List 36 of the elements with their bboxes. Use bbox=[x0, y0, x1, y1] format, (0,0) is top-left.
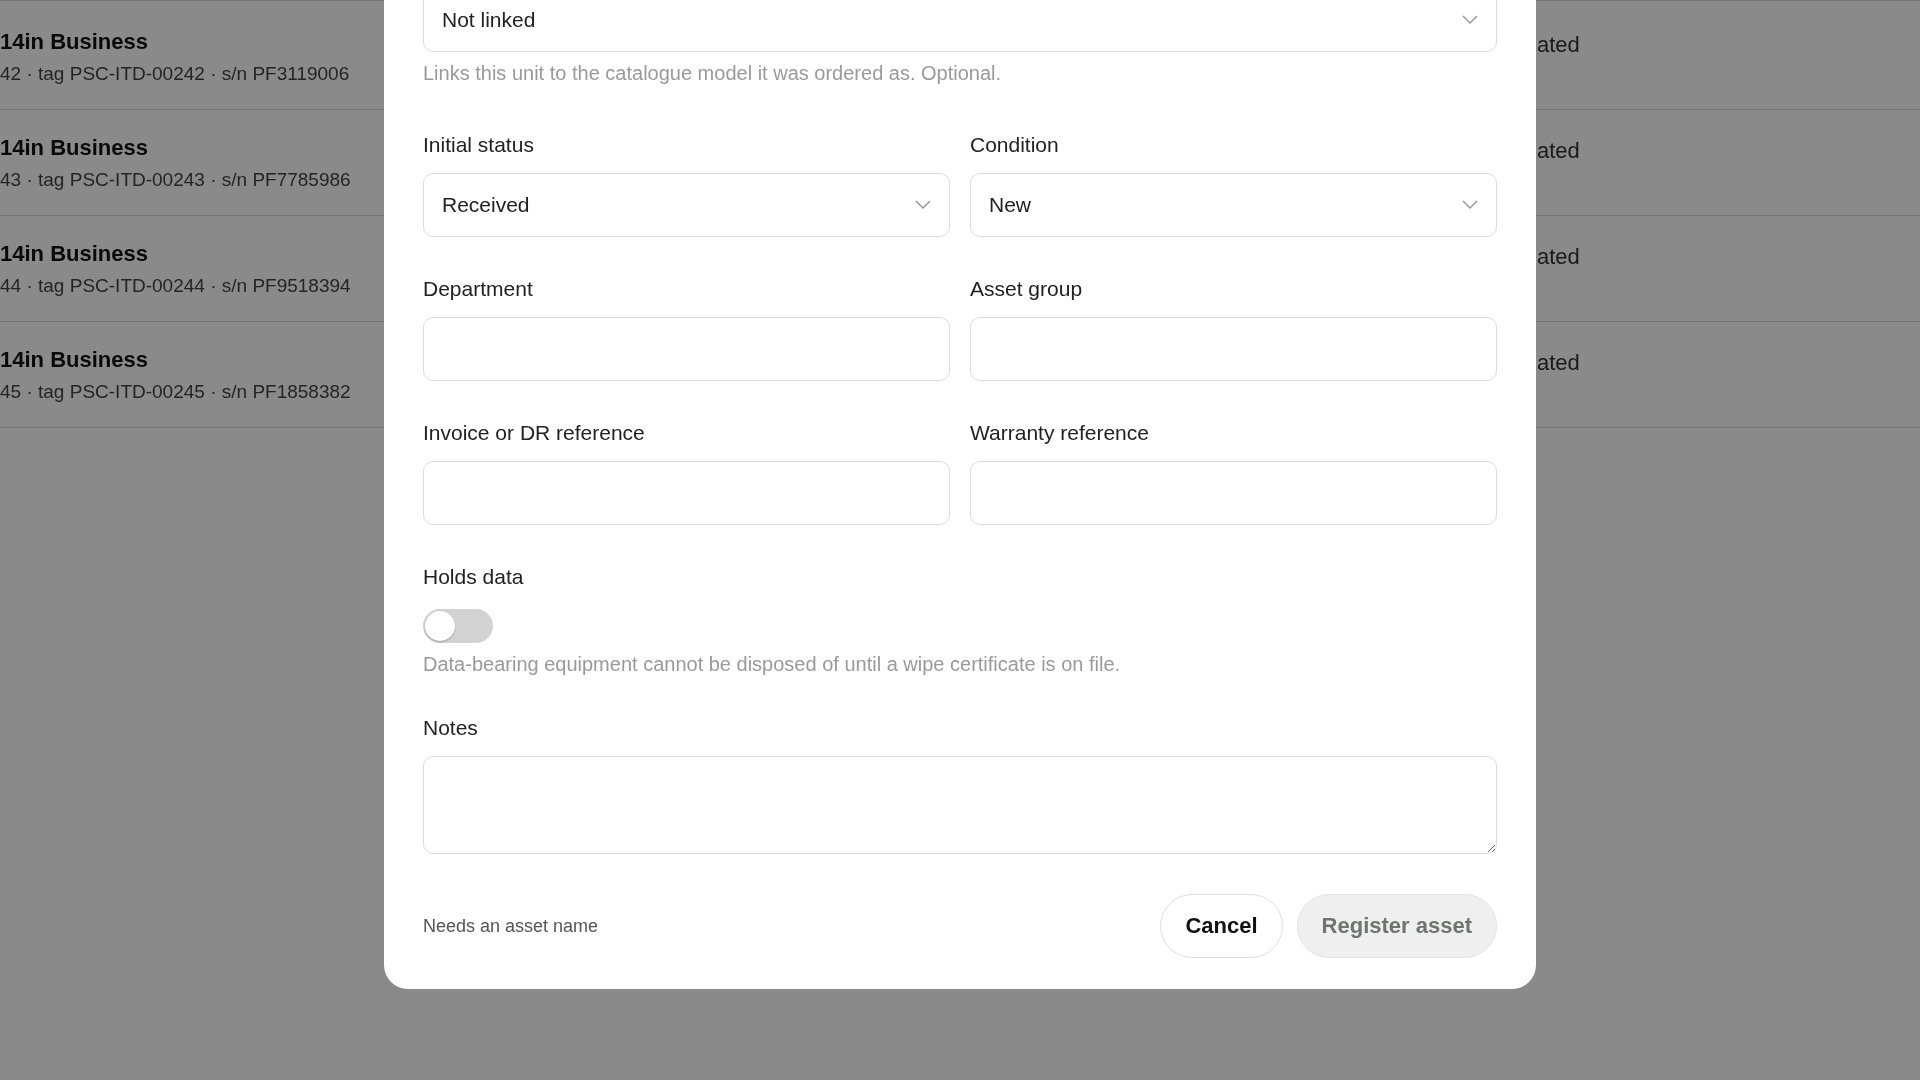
status-text: ated bbox=[1537, 137, 1580, 164]
status-text: ated bbox=[1537, 349, 1580, 376]
helper-text: Data-bearing equipment cannot be disposed of until a wipe certificate is on file. bbox=[423, 653, 1121, 676]
field-label: Department bbox=[423, 277, 533, 301]
input-field[interactable] bbox=[423, 461, 950, 525]
model-select[interactable]: Not linked bbox=[423, 0, 1497, 52]
toggle-switch[interactable] bbox=[423, 609, 493, 643]
field-label: Asset group bbox=[970, 277, 1083, 301]
field-label: Initial status bbox=[423, 133, 534, 157]
input-field[interactable] bbox=[970, 461, 1497, 525]
asset-details: 42 · tag PSC-ITD-00242 · s/n PF3119006 bbox=[0, 62, 350, 85]
asset-details: 45 · tag PSC-ITD-00245 · s/n PF1858382 bbox=[0, 380, 351, 403]
chevron-down-icon bbox=[1462, 15, 1478, 25]
chevron-down-icon bbox=[1462, 200, 1478, 210]
asset-details: 44 · tag PSC-ITD-00244 · s/n PF9518394 bbox=[0, 274, 351, 297]
asset-title: 14in Business bbox=[0, 28, 148, 55]
field-label: Notes bbox=[423, 716, 478, 740]
field-label: Holds data bbox=[423, 565, 524, 589]
input-field[interactable] bbox=[970, 317, 1497, 381]
validation-message: Needs an asset name bbox=[423, 915, 599, 937]
helper-text: Links this unit to the catalogue model it was ordered as. Optional. bbox=[423, 62, 1002, 85]
field-label: Condition bbox=[970, 133, 1059, 157]
status-text: ated bbox=[1537, 31, 1580, 58]
notes-field[interactable] bbox=[423, 756, 1497, 854]
field-label: Invoice or DR reference bbox=[423, 421, 645, 445]
select-field[interactable]: New bbox=[970, 173, 1497, 237]
asset-title: 14in Business bbox=[0, 240, 148, 267]
cancel-button[interactable]: Cancel bbox=[1160, 894, 1283, 958]
select-field[interactable]: Received bbox=[423, 173, 950, 237]
asset-title: 14in Business bbox=[0, 134, 148, 161]
asset-title: 14in Business bbox=[0, 346, 148, 373]
chevron-down-icon bbox=[915, 200, 931, 210]
input-field[interactable] bbox=[423, 317, 950, 381]
asset-details: 43 · tag PSC-ITD-00243 · s/n PF7785986 bbox=[0, 168, 351, 191]
field-label: Warranty reference bbox=[970, 421, 1149, 445]
status-text: ated bbox=[1537, 243, 1580, 270]
